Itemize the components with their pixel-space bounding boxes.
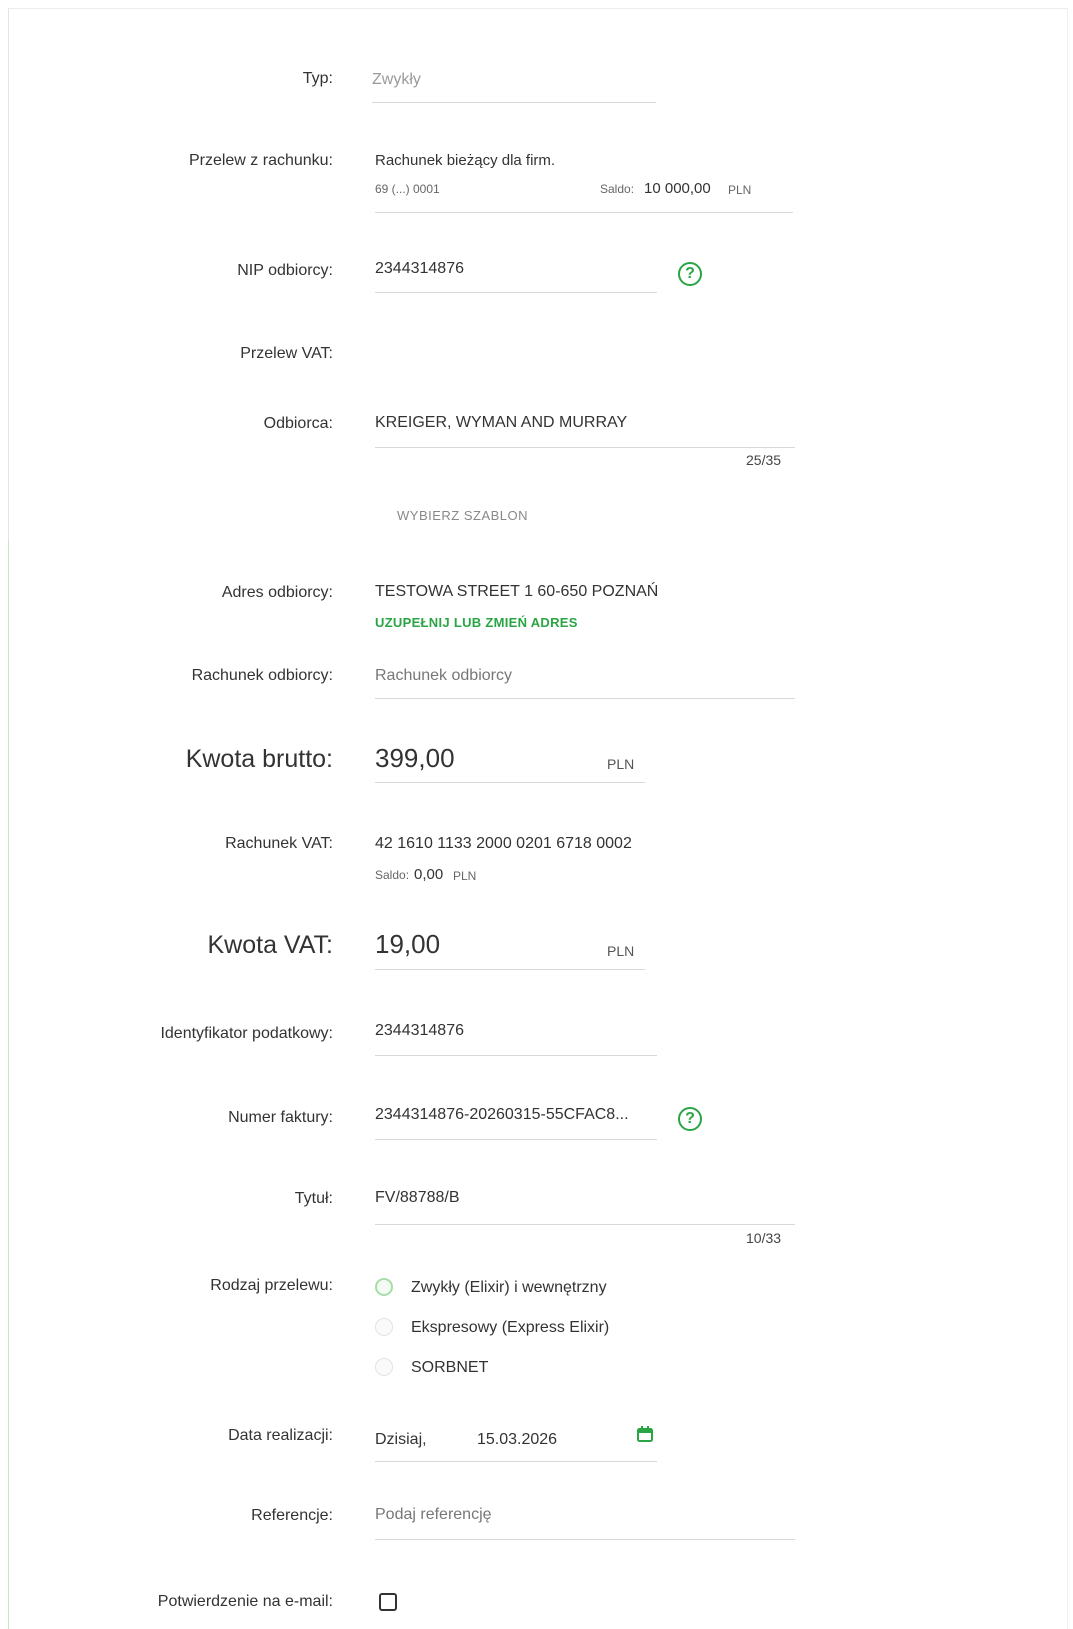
label-data-realizacji: Data realizacji: [228,1427,333,1444]
label-nip-odbiorcy: NIP odbiorcy: [237,262,333,279]
radio-express-label[interactable]: Ekspresowy (Express Elixir) [411,1319,609,1337]
saldo-currency: PLN [728,183,752,197]
date-day-label: Dzisiaj, [375,1431,427,1448]
kwota-brutto-underline [375,782,645,783]
saldo-label: Saldo: [600,182,635,196]
tytul-underline [375,1224,795,1225]
kwota-brutto-input[interactable]: 399,00 [375,743,455,774]
frame-accent-line [8,540,9,1629]
radio-sorbnet-label[interactable]: SORBNET [411,1359,488,1377]
radio-sorbnet[interactable] [375,1358,393,1376]
tytul-input[interactable]: FV/88788/B [375,1189,460,1207]
identyfikator-input[interactable]: 2344314876 [375,1022,464,1040]
edit-address-link[interactable]: UZUPEŁNIJ LUB ZMIEŃ ADRES [375,615,578,630]
form-frame [8,8,1068,1629]
label-rachunek-vat: Rachunek VAT: [225,835,333,852]
referencje-input[interactable]: Podaj referencję [375,1506,492,1524]
rachunek-odbiorcy-underline [375,698,795,699]
label-tytul: Tytuł: [294,1190,333,1207]
label-rachunek-odbiorcy: Rachunek odbiorcy: [191,667,333,684]
referencje-underline [375,1539,795,1540]
rachunek-vat-value: 42 1610 1133 2000 0201 6718 0002 [375,835,632,852]
typ-underline [372,102,656,103]
account-number: 69 (...) 0001 [375,182,440,196]
vat-saldo-value: 0,00 [414,866,444,883]
email-confirmation-checkbox[interactable] [379,1593,397,1611]
label-przelew-vat: Przelew VAT: [240,345,333,362]
account-name[interactable]: Rachunek bieżący dla firm. [375,152,555,169]
nip-input[interactable]: 2344314876 [375,260,464,278]
help-circle-icon[interactable]: ? [678,1107,702,1131]
radio-express[interactable] [375,1318,393,1336]
label-referencje: Referencje: [251,1507,333,1524]
radio-elixir[interactable] [375,1278,393,1296]
label-przelew-z-rachunku: Przelew z rachunku: [188,152,333,169]
odbiorca-underline [375,447,795,448]
numer-faktury-underline [375,1139,657,1140]
label-rodzaj-przelewu: Rodzaj przelewu: [210,1277,333,1294]
radio-elixir-label[interactable]: Zwykły (Elixir) i wewnętrzny [411,1279,607,1297]
label-potwierdzenie: Potwierdzenie na e-mail: [157,1593,333,1610]
odbiorca-input[interactable]: KREIGER, WYMAN AND MURRAY [375,414,627,432]
label-identyfikator: Identyfikator podatkowy: [160,1025,333,1042]
rachunek-odbiorcy-input[interactable]: Rachunek odbiorcy [375,667,512,685]
label-kwota-brutto: Kwota brutto: [185,745,333,773]
calendar-icon[interactable] [636,1425,654,1443]
kwota-vat-underline [375,969,645,970]
account-underline [375,212,793,213]
date-input[interactable]: 15.03.2026 [477,1431,557,1449]
saldo-value: 10 000,00 [644,180,711,197]
label-numer-faktury: Numer faktury: [228,1109,333,1126]
label-kwota-vat: Kwota VAT: [207,931,333,959]
adres-value: TESTOWA STREET 1 60-650 POZNAŃ [375,583,659,600]
vat-saldo-label: Saldo: [375,868,410,882]
choose-template-button[interactable]: WYBIERZ SZABLON [397,508,528,523]
kwota-vat-input[interactable]: 19,00 [375,929,440,960]
tytul-counter: 10/33 [746,1230,782,1246]
vat-saldo-currency: PLN [453,869,477,883]
identyfikator-underline [375,1055,657,1056]
help-circle-icon[interactable]: ? [678,262,702,286]
date-underline [375,1461,657,1462]
kwota-vat-currency: PLN [607,943,635,959]
label-typ: Typ: [302,70,333,87]
label-adres-odbiorcy: Adres odbiorcy: [221,584,333,601]
numer-faktury-input[interactable]: 2344314876-20260315-55CFAC8... [375,1106,629,1124]
nip-underline [375,292,657,293]
odbiorca-counter: 25/35 [746,452,782,468]
kwota-brutto-currency: PLN [607,756,635,772]
typ-value[interactable]: Zwykły [372,71,421,89]
label-odbiorca: Odbiorca: [263,415,333,432]
